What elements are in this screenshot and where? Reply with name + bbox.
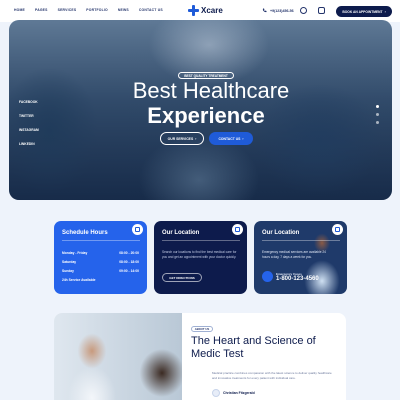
main-nav: HOME PAGES SERVICES PORTFOLIO NEWS CONTA… (14, 8, 163, 12)
our-services-button[interactable]: OUR SERVICES › (160, 132, 204, 145)
hours-day: 24h Service Available (62, 278, 96, 282)
nav-item-services[interactable]: SERVICES (58, 8, 77, 12)
card-text: Emergency medical services are available… (262, 250, 326, 259)
site-logo[interactable]: Xcare (188, 5, 223, 16)
hero-title-line1: Best Healthcare (132, 78, 290, 103)
avatar (212, 389, 220, 397)
hours-row: Sunday 09:00 - 14:00 (62, 269, 139, 273)
clock-icon (132, 224, 143, 235)
nav-item-contact[interactable]: CONTACT US (139, 8, 163, 12)
search-icon[interactable] (300, 7, 307, 14)
arrow-right-icon: › (195, 136, 197, 141)
user-icon (332, 224, 343, 235)
hours-row: Saturday 08:00 - 18:00 (62, 260, 139, 264)
cross-logo-icon (188, 5, 199, 16)
phone-number: +9(123)456-56 (270, 8, 294, 13)
hours-day: Saturday (62, 260, 77, 264)
book-appointment-label: BOOK AN APPOINTMENT (342, 9, 383, 14)
top-navigation-bar: HOME PAGES SERVICES PORTFOLIO NEWS CONTA… (0, 0, 400, 22)
nav-item-portfolio[interactable]: PORTFOLIO (86, 8, 108, 12)
hero-title-line2: Experience (147, 103, 265, 128)
doctor-photo (54, 313, 182, 400)
investigator-name: Christian Fitzgerald (223, 391, 255, 395)
hours-time: 08:00 - 20:00 (119, 251, 139, 255)
about-title-line1: The Heart and Science of (191, 335, 316, 347)
arrow-right-icon: › (384, 9, 386, 14)
phone-icon (262, 271, 273, 282)
section-tag: ABOUT US (191, 326, 213, 332)
hours-list: Monday - Friday 08:00 - 20:00 Saturday 08:… (62, 251, 139, 287)
header-phone[interactable]: +9(123)456-56 (262, 8, 294, 13)
get-directions-label: GET DIRECTIONS (169, 275, 195, 280)
logo-text: Xcare (201, 6, 223, 15)
location-pin-icon (232, 224, 243, 235)
hours-day: Monday - Friday (62, 251, 88, 255)
hours-day: Sunday (62, 269, 74, 273)
get-directions-button[interactable]: GET DIRECTIONS (162, 273, 202, 282)
nav-item-pages[interactable]: PAGES (35, 8, 48, 12)
hours-time: 09:00 - 14:00 (119, 269, 139, 273)
divider (62, 240, 140, 241)
emergency-card: Our Location Emergency medical services … (254, 221, 347, 294)
arrow-right-icon: › (242, 136, 244, 141)
phone-icon (262, 8, 267, 13)
about-section: ABOUT US The Heart and Science of Medic … (54, 313, 346, 400)
hours-row: 24h Service Available (62, 278, 139, 282)
divider (262, 240, 340, 241)
schedule-hours-card: Schedule Hours Monday - Friday 08:00 - 20… (54, 221, 147, 294)
nav-item-news[interactable]: NEWS (118, 8, 129, 12)
social-link-instagram[interactable]: INSTAGRAM (19, 128, 39, 132)
about-paragraph: Medical practice combines compassion wit… (212, 371, 332, 380)
emergency-phone: 1-800-123-4560 (276, 275, 319, 282)
emergency-contact[interactable]: Emergency Cases 1-800-123-4560 (262, 271, 319, 282)
nav-item-home[interactable]: HOME (14, 8, 25, 12)
hero-banner: FACEBOOK TWITTER INSTAGRAM LINKEDIN BEST… (9, 20, 392, 200)
slider-dot[interactable] (376, 121, 379, 124)
divider (162, 240, 240, 241)
social-link-facebook[interactable]: FACEBOOK (19, 100, 39, 104)
investigator-badge: Christian Fitzgerald (212, 389, 255, 397)
our-location-card: Our Location Search our locations to fin… (154, 221, 247, 294)
contact-us-label: CONTACT US (218, 136, 241, 141)
slider-dots (376, 105, 379, 124)
card-text: Search our locations to find the best me… (162, 250, 237, 259)
cart-icon[interactable] (318, 7, 325, 14)
our-services-label: OUR SERVICES (167, 136, 194, 141)
card-title: Our Location (262, 230, 300, 236)
social-link-twitter[interactable]: TWITTER (19, 114, 39, 118)
card-title: Our Location (162, 230, 200, 236)
slider-dot[interactable] (376, 105, 379, 108)
contact-us-button[interactable]: CONTACT US › (209, 132, 253, 145)
slider-dot[interactable] (376, 113, 379, 116)
hero-social-links: FACEBOOK TWITTER INSTAGRAM LINKEDIN (19, 100, 39, 146)
social-link-linkedin[interactable]: LINKEDIN (19, 142, 39, 146)
card-title: Schedule Hours (62, 230, 108, 236)
book-appointment-button[interactable]: BOOK AN APPOINTMENT › (336, 6, 392, 17)
hours-row: Monday - Friday 08:00 - 20:00 (62, 251, 139, 255)
hours-time: 08:00 - 18:00 (119, 260, 139, 264)
about-title-line2: Medic Test (191, 348, 244, 360)
